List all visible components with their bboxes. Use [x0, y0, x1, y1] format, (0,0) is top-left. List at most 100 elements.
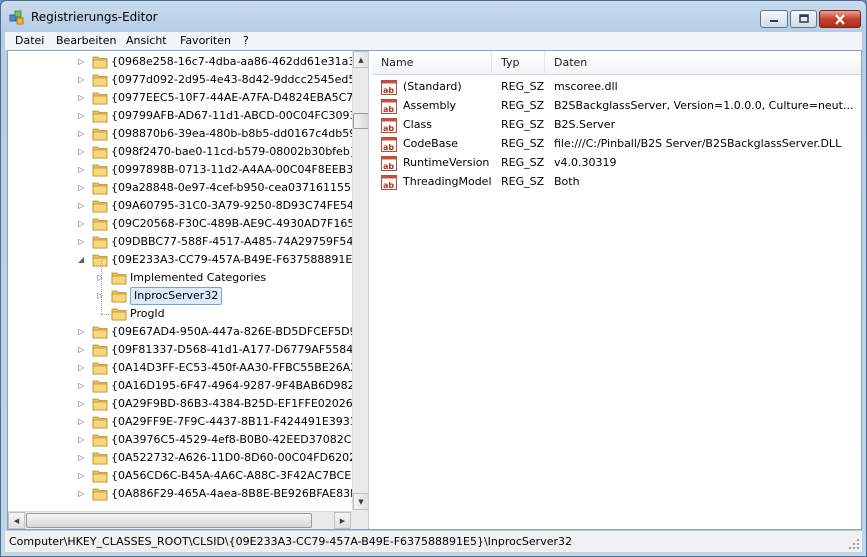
expand-arrow-icon[interactable]: ▷: [78, 490, 86, 498]
tree-item-clsid-20[interactable]: ▷ {0A56CD6C-B45A-4A6C-A88C-3F42AC7BCED: [8, 467, 352, 485]
column-header-type[interactable]: Typ: [492, 51, 545, 75]
folder-icon: [92, 470, 108, 483]
expand-arrow-icon[interactable]: ▷: [78, 94, 86, 102]
tree-item-clsid-21[interactable]: ▷ {0A886F29-465A-4aea-8B8E-BE926BFAE83E}: [8, 485, 352, 503]
tree-item-clsid-12[interactable]: ▷ {09E67AD4-950A-447a-826E-BD5DFCEF5D99}: [8, 323, 352, 341]
expand-arrow-icon[interactable]: ▷: [78, 472, 86, 480]
expand-arrow-icon[interactable]: ▷: [78, 382, 86, 390]
tree-vertical-scrollbar[interactable]: ▲ ▼: [352, 51, 368, 511]
expand-arrow-icon[interactable]: ▷: [78, 346, 86, 354]
expand-arrow-icon[interactable]: ▷: [78, 364, 86, 372]
expand-arrow-icon[interactable]: ▷: [78, 220, 86, 228]
scroll-left-arrow-icon[interactable]: ◀: [8, 512, 25, 529]
tree-item-clsid-7[interactable]: ▷ {09a28848-0e97-4cef-b950-cea037161155}: [8, 179, 352, 197]
resize-grip-icon[interactable]: [848, 538, 860, 550]
expand-arrow-icon[interactable]: ▷: [78, 130, 86, 138]
maximize-button[interactable]: [790, 10, 817, 28]
scroll-up-arrow-icon[interactable]: ▲: [353, 51, 368, 68]
value-row[interactable]: ab Assembly REG_SZ B2SBackglassServer, Vers…: [372, 97, 861, 116]
tree-item-clsid-6[interactable]: ▷ {0997898B-0713-11d2-A4AA-00C04F8EEB3E}: [8, 161, 352, 179]
menu-datei[interactable]: Datei: [15, 34, 44, 47]
scroll-right-arrow-icon[interactable]: ▶: [334, 512, 351, 529]
tree-item-clsid-10[interactable]: ▷ {09DBBC77-588F-4517-A485-74A29759F54C}: [8, 233, 352, 251]
maximize-icon: [798, 14, 809, 23]
tree-vertical-scroll-thumb[interactable]: [353, 113, 368, 129]
tree-item-progid[interactable]: ProgId: [8, 305, 352, 323]
tree-item-clsid-16[interactable]: ▷ {0A29F9BD-86B3-4384-B25D-EF1FFE020266}: [8, 395, 352, 413]
expand-arrow-icon[interactable]: ▷: [78, 184, 86, 192]
tree-item-clsid-11[interactable]: ◢ {09E233A3-CC79-457A-B49E-F637588891E5}: [8, 251, 352, 269]
menu-favoriten[interactable]: Favoriten: [180, 34, 231, 47]
folder-icon: [92, 380, 108, 393]
tree-item-clsid-15[interactable]: ▷ {0A16D195-6F47-4964-9287-9F4BAB6D9827}: [8, 377, 352, 395]
minimize-button[interactable]: [760, 10, 788, 28]
column-header-data[interactable]: Daten: [545, 51, 861, 75]
expand-arrow-icon[interactable]: ▷: [78, 202, 86, 210]
tree-item-label: {0A29FF9E-7F9C-4437-8B11-F424491E3931}: [111, 415, 352, 428]
folder-icon: [92, 416, 108, 429]
expand-arrow-icon[interactable]: ▷: [78, 418, 86, 426]
value-type: REG_SZ: [501, 118, 545, 131]
collapse-arrow-icon[interactable]: ◢: [78, 256, 86, 264]
folder-icon: [92, 398, 108, 411]
reg-sz-icon: ab: [381, 175, 397, 190]
tree-item-clsid-0[interactable]: ▷ {0968e258-16c7-4dba-aa86-462dd61e31a3}: [8, 53, 352, 71]
tree-item-implemented-categories[interactable]: ▷ Implemented Categories: [8, 269, 352, 287]
value-data: Both: [554, 175, 580, 188]
expand-arrow-icon[interactable]: ▷: [78, 436, 86, 444]
value-row[interactable]: ab (Standard) REG_SZ mscoree.dll: [372, 78, 861, 97]
tree-item-label: InprocServer32: [130, 287, 223, 305]
expand-arrow-icon[interactable]: ▷: [78, 328, 86, 336]
value-name: Class: [403, 118, 432, 131]
tree-item-clsid-4[interactable]: ▷ {098870b6-39ea-480b-b8b5-dd0167c4db59}: [8, 125, 352, 143]
value-name: RuntimeVersion: [403, 156, 490, 169]
value-row[interactable]: ab CodeBase REG_SZ file:///C:/Pinball/B2S S…: [372, 135, 861, 154]
expand-arrow-icon[interactable]: ▷: [78, 148, 86, 156]
tree-item-label: {0A886F29-465A-4aea-8B8E-BE926BFAE83E}: [111, 487, 352, 500]
reg-sz-icon: ab: [381, 137, 397, 152]
tree-item-clsid-1[interactable]: ▷ {0977d092-2d95-4e43-8d42-9ddcc2545ed5}: [8, 71, 352, 89]
menu-help[interactable]: ?: [243, 34, 249, 47]
expand-arrow-icon[interactable]: ▷: [78, 238, 86, 246]
svg-text:ab: ab: [383, 181, 394, 190]
value-type: REG_SZ: [501, 175, 545, 188]
expand-arrow-icon[interactable]: ▷: [78, 454, 86, 462]
tree-item-clsid-18[interactable]: ▷ {0A3976C5-4529-4ef8-B0B0-42EED37082CD}: [8, 431, 352, 449]
title-bar[interactable]: Registrierungs-Editor: [1, 1, 866, 32]
tree-item-clsid-17[interactable]: ▷ {0A29FF9E-7F9C-4437-8B11-F424491E3931}: [8, 413, 352, 431]
expand-arrow-icon[interactable]: ▷: [78, 166, 86, 174]
values-list-pane: Name Typ Daten ab (Standard) REG_SZ mscoree…: [372, 51, 861, 529]
tree-item-clsid-9[interactable]: ▷ {09C20568-F30C-489B-AE9C-4930AD7F165F}: [8, 215, 352, 233]
expand-arrow-icon[interactable]: ▷: [78, 76, 86, 84]
tree-item-clsid-14[interactable]: ▷ {0A14D3FF-EC53-450f-AA30-FFBC55BE26A2}: [8, 359, 352, 377]
tree-item-clsid-2[interactable]: ▷ {0977EEC5-10F7-44AE-A7FA-D4824EBA5C74}: [8, 89, 352, 107]
tree-item-clsid-5[interactable]: ▷ {098f2470-bae0-11cd-b579-08002b30bfeb}: [8, 143, 352, 161]
folder-icon: [92, 182, 108, 195]
folder-icon: [92, 344, 108, 357]
value-row[interactable]: ab ThreadingModel REG_SZ Both: [372, 173, 861, 192]
expand-arrow-icon[interactable]: ▷: [78, 400, 86, 408]
value-row[interactable]: ab Class REG_SZ B2S.Server: [372, 116, 861, 135]
tree-horizontal-scroll-thumb[interactable]: [26, 513, 312, 528]
close-button[interactable]: [819, 10, 861, 28]
folder-icon: [92, 146, 108, 159]
tree-horizontal-scrollbar[interactable]: ◀ ▶: [8, 511, 352, 529]
tree-item-label: {0A56CD6C-B45A-4A6C-A88C-3F42AC7BCED: [111, 469, 352, 482]
value-row[interactable]: ab RuntimeVersion REG_SZ v4.0.30319: [372, 154, 861, 173]
menu-ansicht[interactable]: Ansicht: [126, 34, 167, 47]
tree-item-clsid-3[interactable]: ▷ {09799AFB-AD67-11d1-ABCD-00C04FC30936}: [8, 107, 352, 125]
menu-bearbeiten[interactable]: Bearbeiten: [56, 34, 116, 47]
expand-arrow-icon[interactable]: ▷: [78, 112, 86, 120]
folder-icon: [92, 56, 108, 69]
tree-item-clsid-19[interactable]: ▷ {0A522732-A626-11D0-8D60-00C04FD6202B}: [8, 449, 352, 467]
tree-connector-line: [101, 261, 102, 314]
value-name: (Standard): [403, 80, 462, 93]
column-header-name[interactable]: Name: [372, 51, 492, 75]
folder-icon: [92, 74, 108, 87]
tree-item-inprocserver32[interactable]: ▷ InprocServer32: [8, 287, 352, 305]
svg-text:ab: ab: [383, 162, 394, 171]
tree-item-clsid-8[interactable]: ▷ {09A60795-31C0-3A79-9250-8D93C74FE540}: [8, 197, 352, 215]
scroll-down-arrow-icon[interactable]: ▼: [353, 493, 368, 510]
tree-item-clsid-13[interactable]: ▷ {09F81337-D568-41d1-A177-D6779AF55847}: [8, 341, 352, 359]
expand-arrow-icon[interactable]: ▷: [78, 58, 86, 66]
